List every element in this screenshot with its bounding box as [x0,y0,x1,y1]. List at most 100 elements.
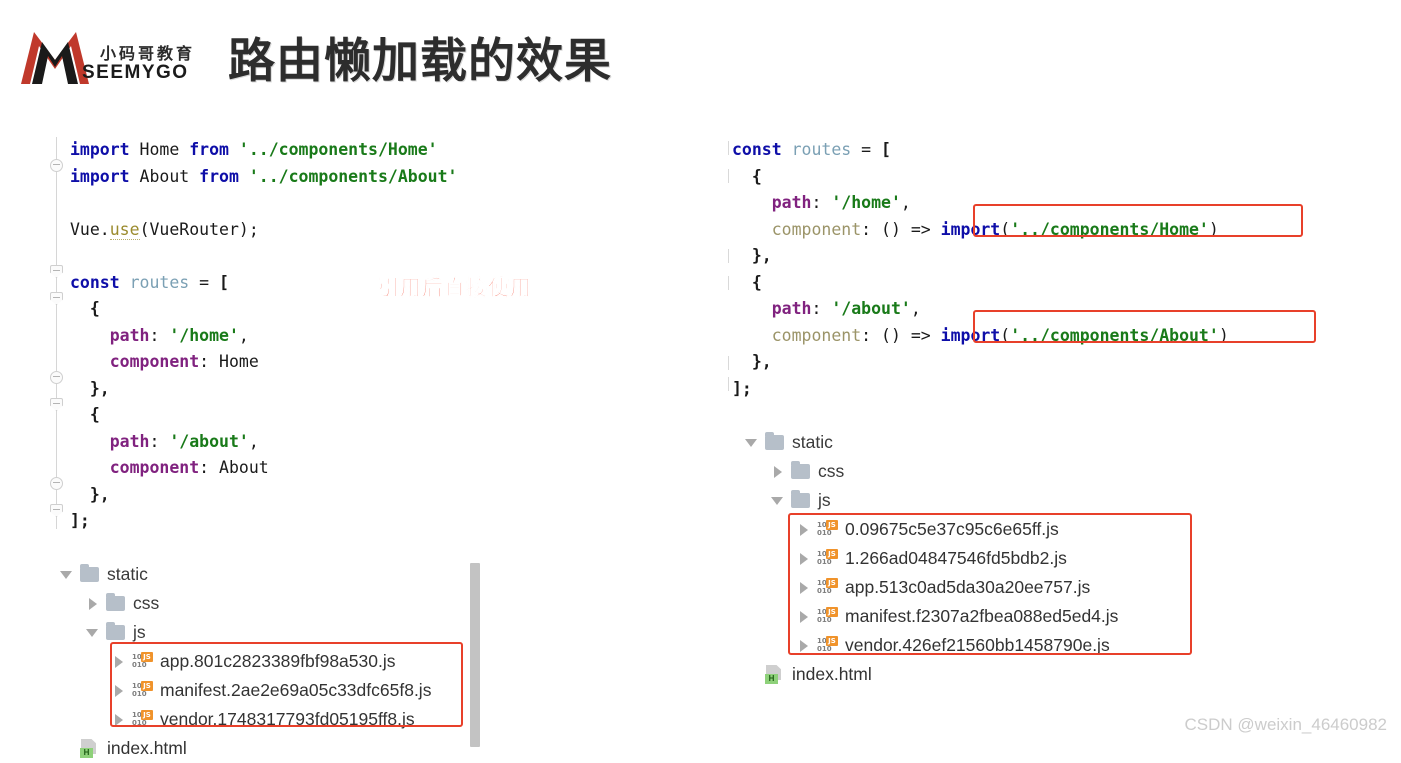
tree-item-label: 1.266ad04847546fd5bdb2.js [845,548,1067,568]
code-token: '../components/Home' [1010,219,1209,239]
chevron-right-icon[interactable] [797,523,810,536]
fold-marker[interactable] [50,477,63,490]
js-icon-badge: JS [141,709,153,720]
code-token: : [811,299,832,318]
chevron-down-icon[interactable] [86,626,99,639]
tree-row[interactable]: 10 010 JS vendor.426ef21560bb1458790e.js [745,631,1215,660]
tree-item-label: vendor.426ef21560bb1458790e.js [845,635,1110,655]
code-line: Vue.use(VueRouter); [70,217,259,244]
fold-marker[interactable] [50,398,63,411]
fold-marker[interactable] [50,159,63,172]
chevron-right-icon[interactable] [86,597,99,610]
folder-icon [791,490,810,508]
chevron-down-icon[interactable] [771,494,784,507]
code-token: }, [732,352,772,371]
right-file-tree[interactable]: static css js 10 010 JS 0.09675c5e37c95c6e65ff… [745,428,1215,689]
fold-marker[interactable] [50,292,63,305]
tree-row[interactable]: css [60,589,480,618]
tree-item-label: css [818,461,845,481]
gutter-tick [728,356,729,370]
chevron-right-icon[interactable] [112,684,125,697]
tree-item-label: app.513c0ad5da30a20ee757.js [845,577,1091,597]
tree-row[interactable]: 10 010 JS manifest.2ae2e69a05c33dfc65f8.js [60,676,480,705]
tree-row[interactable]: 10 010 JS 1.266ad04847546fd5bdb2.js [745,544,1215,573]
gutter-tick [728,276,729,290]
code-token: ) [1218,325,1229,345]
tree-row[interactable]: 10 010 JS 0.09675c5e37c95c6e65ff.js [745,515,1215,544]
code-line: { [732,270,762,297]
code-line: import Home from '../components/Home' [70,137,438,164]
tree-item-label: static [792,432,833,452]
code-token: = [851,140,882,159]
tree-row[interactable]: 10 010 JS app.513c0ad5da30a20ee757.js [745,573,1215,602]
folder-icon [80,564,99,582]
tree-item-label: manifest.f2307a2fbea088ed5ed4.js [845,606,1119,626]
left-tree-scrollbar[interactable] [470,563,480,747]
fold-marker[interactable] [50,371,63,384]
code-token: { [732,166,762,186]
js-icon-badge: JS [141,680,153,691]
js-icon-badge: JS [826,635,838,646]
tree-item-label: js [818,490,831,510]
code-token: ( [1000,325,1011,345]
code-line: path: '/home', [70,323,249,350]
code-token: '../components/About' [248,166,458,186]
code-token: : [149,325,170,345]
seemygo-m-logo-icon [21,32,89,84]
code-token: { [732,272,762,292]
folder-icon [791,461,810,479]
js-file-icon: 10 010 JS [132,651,153,671]
js-icon-badge: JS [826,577,838,588]
html-file-icon: H [765,665,784,684]
chevron-right-icon[interactable] [112,713,125,726]
tree-row[interactable]: js [60,618,480,647]
chevron-right-icon[interactable] [797,639,810,652]
code-token: () => [881,219,941,239]
code-token: , [248,431,259,451]
tree-row[interactable]: 10 010 JS vendor.1748317793fd05195ff8.js [60,705,480,734]
html-icon-badge: H [80,748,93,758]
code-token: , [910,299,921,318]
code-token: path [771,299,812,318]
tree-row[interactable]: static [60,560,480,589]
tree-row[interactable]: Hindex.html [60,734,480,763]
tree-row[interactable]: 10 010 JS app.801c2823389fbf98a530.js [60,647,480,676]
code-line: }, [732,243,772,270]
chevron-right-icon[interactable] [797,610,810,623]
code-token: , [900,193,911,212]
chevron-right-icon[interactable] [771,465,784,478]
tree-item-label: index.html [107,738,187,758]
js-file-icon: 10 010 JS [132,709,153,729]
tree-row[interactable]: 10 010 JS manifest.f2307a2fbea088ed5ed4.js [745,602,1215,631]
code-token: , [238,325,249,345]
chevron-right-icon[interactable] [797,552,810,565]
code-token: path [109,431,150,451]
tree-row[interactable]: js [745,486,1215,515]
code-token: use [109,219,140,240]
chevron-right-icon[interactable] [112,655,125,668]
tree-row[interactable]: static [745,428,1215,457]
code-line: component: Home [70,349,259,376]
left-file-tree[interactable]: static css js 10 010 JS app.801c2823389fbf98a5… [60,560,480,763]
chevron-down-icon[interactable] [60,568,73,581]
code-token: '/home' [831,193,901,212]
fold-marker[interactable] [50,504,63,517]
code-token: routes [129,272,190,292]
folder-icon [765,432,784,450]
chevron-right-icon[interactable] [797,581,810,594]
tree-row[interactable]: Hindex.html [745,660,1215,689]
folder-icon [106,593,125,611]
chevron-none-icon [60,742,73,755]
logo-text-en: SEEMYGO [82,62,189,83]
tree-row[interactable]: css [745,457,1215,486]
fold-marker[interactable] [50,265,63,278]
chevron-down-icon[interactable] [745,436,758,449]
code-token: : [199,352,220,371]
js-file-icon: 10 010 JS [817,548,838,568]
tree-item-label: js [133,622,146,642]
code-line: component: () => import('../components/A… [732,323,1229,350]
code-line: path: '/about', [732,296,921,323]
